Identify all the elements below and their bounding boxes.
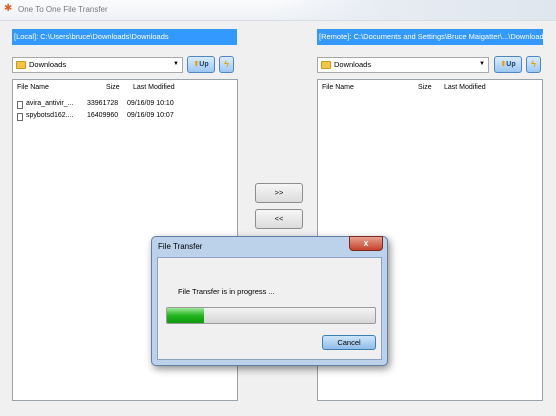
folder-icon: [16, 61, 26, 69]
local-up-label: Up: [199, 61, 209, 68]
window-title: One To One File Transfer: [18, 5, 108, 14]
folder-icon: [321, 61, 331, 69]
remote-list-header: File Name Size Last Modified: [318, 84, 542, 94]
close-icon: x: [363, 238, 369, 248]
local-up-button[interactable]: ⬆Up: [187, 56, 215, 73]
receive-from-remote-button[interactable]: <<: [255, 209, 303, 229]
remote-path-bar: [Remote]: C:\Documents and Settings\Bruc…: [317, 29, 543, 45]
file-icon: [17, 113, 23, 121]
file-name: spybotsd162....: [26, 112, 74, 119]
local-refresh-button[interactable]: ϟ: [219, 56, 234, 73]
lightning-icon: ϟ: [531, 59, 536, 69]
lightning-icon: ϟ: [224, 59, 229, 69]
close-button[interactable]: x: [349, 236, 383, 251]
dialog-body: File Transfer is in progress ... Cancel: [157, 257, 382, 360]
title-bar: ✱ One To One File Transfer: [0, 0, 556, 21]
file-transfer-dialog: File Transfer x File Transfer is in prog…: [151, 236, 388, 366]
progress-message: File Transfer is in progress ...: [178, 287, 275, 296]
title-bar-glare: [270, 0, 556, 20]
progress-bar: [166, 307, 376, 324]
dialog-title: File Transfer: [158, 242, 203, 251]
file-icon: [17, 101, 23, 109]
table-row[interactable]: spybotsd162.... 16409960 09/16/09 10:07: [13, 112, 237, 123]
cancel-button[interactable]: Cancel: [322, 335, 376, 350]
file-modified: 09/16/09 10:10: [127, 100, 174, 107]
file-name: avira_antivir_...: [26, 100, 74, 107]
local-folder-dropdown[interactable]: Downloads ▼: [12, 57, 183, 73]
progress-fill: [167, 308, 205, 323]
column-file-name[interactable]: File Name: [17, 84, 49, 91]
file-size: 33961728: [87, 100, 119, 107]
remote-up-label: Up: [506, 61, 516, 68]
column-file-name[interactable]: File Name: [322, 84, 354, 91]
local-folder-label: Downloads: [29, 60, 67, 69]
file-modified: 09/16/09 10:07: [127, 112, 174, 119]
column-last-modified[interactable]: Last Modified: [444, 84, 486, 91]
remote-up-button[interactable]: ⬆Up: [494, 56, 522, 73]
local-list-header: File Name Size Last Modified: [13, 84, 237, 94]
app-icon: ✱: [4, 3, 13, 14]
column-size[interactable]: Size: [418, 84, 432, 91]
remote-folder-label: Downloads: [334, 60, 372, 69]
remote-folder-dropdown[interactable]: Downloads ▼: [317, 57, 489, 73]
send-to-remote-button[interactable]: >>: [255, 183, 303, 203]
remote-refresh-button[interactable]: ϟ: [526, 56, 541, 73]
column-last-modified[interactable]: Last Modified: [133, 84, 175, 91]
column-size[interactable]: Size: [106, 84, 120, 91]
chevron-down-icon: ▼: [479, 61, 485, 67]
chevron-down-icon: ▼: [173, 61, 179, 67]
file-size: 16409960: [87, 112, 119, 119]
local-path-bar: [Local]: C:\Users\bruce\Downloads\Downlo…: [12, 29, 237, 45]
table-row[interactable]: avira_antivir_... 33961728 09/16/09 10:1…: [13, 100, 237, 111]
